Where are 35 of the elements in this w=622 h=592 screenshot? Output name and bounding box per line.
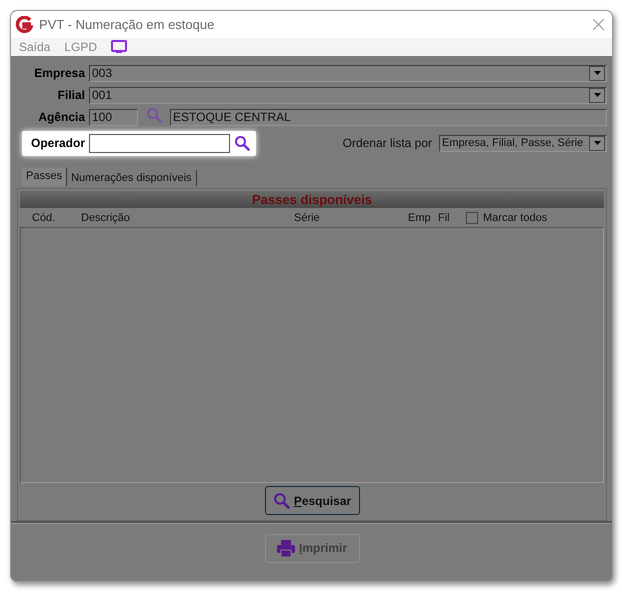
sort-select[interactable]: Empresa, Filial, Passe, Série xyxy=(439,134,607,152)
dropdown-button[interactable] xyxy=(589,136,605,150)
column-header: Descrição xyxy=(81,212,130,224)
dropdown-button[interactable] xyxy=(589,88,605,102)
select-all-checkbox[interactable] xyxy=(466,212,478,224)
caret-icon xyxy=(594,93,600,97)
combo-field[interactable]: 001 xyxy=(89,86,607,104)
dropdown-button[interactable] xyxy=(589,66,605,80)
checkbox-label: Marcar todos xyxy=(483,212,548,224)
combo-field[interactable]: 003 xyxy=(89,64,607,82)
description-field: ESTOQUE CENTRAL xyxy=(170,108,607,126)
field-label: Operador xyxy=(31,136,85,150)
tab[interactable]: Passes xyxy=(22,168,68,186)
menu-item[interactable]: Saída xyxy=(19,40,50,54)
sort-label: Ordenar lista por xyxy=(342,136,432,150)
column-header: Série xyxy=(294,212,320,224)
window-title: PVT - Numeração em estoque xyxy=(39,17,216,32)
logo-icon xyxy=(15,16,33,34)
caret-icon xyxy=(594,71,600,75)
operator-field[interactable] xyxy=(89,134,230,152)
menu-item[interactable]: LGPD xyxy=(64,40,98,54)
column-header: Cód. xyxy=(32,212,56,224)
code-field[interactable]: 100 xyxy=(89,108,138,126)
field-label: Empresa xyxy=(33,66,85,80)
panel-title: Passes disponíveis xyxy=(20,191,604,208)
monitor-icon[interactable] xyxy=(111,40,128,54)
column-header: Fil xyxy=(438,212,450,224)
field-label: Agência xyxy=(37,110,85,124)
column-header: Emp xyxy=(408,212,431,224)
search-icon[interactable] xyxy=(234,135,250,151)
search-button[interactable]: Pesquisar xyxy=(264,486,360,515)
field-label: Filial xyxy=(56,88,85,102)
printer-icon xyxy=(276,540,295,556)
close-icon[interactable] xyxy=(593,19,604,30)
caret-icon xyxy=(594,141,600,145)
